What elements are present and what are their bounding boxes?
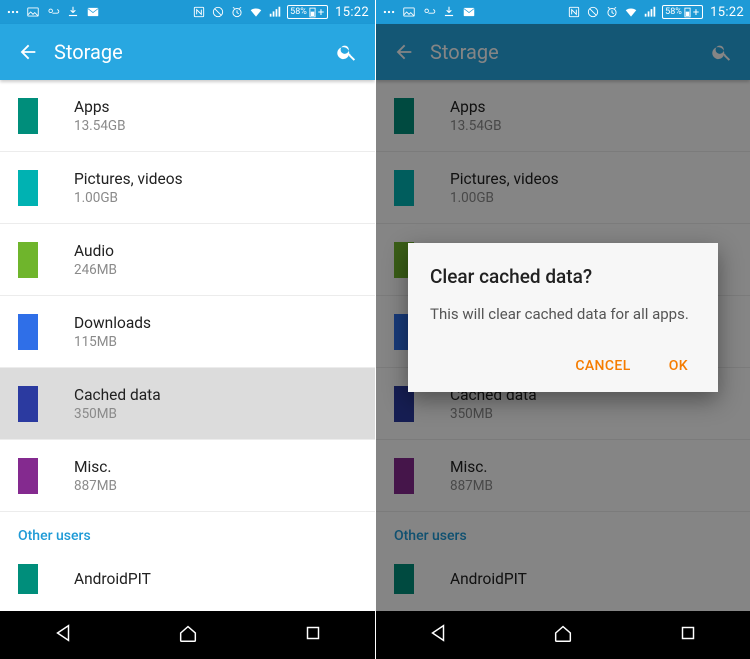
status-bar: 58%+ 15:22 (0, 0, 375, 24)
clock: 15:22 (335, 5, 369, 20)
nav-back-icon[interactable] (52, 622, 74, 648)
photo-icon (402, 5, 416, 19)
nav-home-icon[interactable] (177, 622, 199, 648)
battery-indicator: 58%+ (662, 5, 703, 19)
weather-icon (422, 5, 436, 19)
item-size: 350MB (74, 406, 161, 422)
list-item-other-user[interactable]: AndroidPIT (0, 554, 375, 604)
wifi-icon (624, 5, 638, 19)
item-title: Apps (74, 98, 126, 116)
item-size: 887MB (74, 478, 117, 494)
item-title: AndroidPIT (74, 570, 151, 588)
color-swatch (18, 242, 38, 278)
color-swatch (18, 314, 38, 350)
download-icon (66, 5, 80, 19)
nav-home-icon[interactable] (552, 622, 574, 648)
alarm-icon (605, 5, 619, 19)
item-size: 13.54GB (74, 118, 126, 134)
nav-recent-icon[interactable] (302, 622, 324, 648)
item-size: 115MB (74, 334, 151, 350)
nav-bar (376, 611, 750, 659)
cancel-button[interactable]: CANCEL (571, 350, 634, 382)
screen-storage-list: 58%+ 15:22 Storage Apps 13.54GB Pictures,… (0, 0, 375, 659)
clear-cache-dialog: Clear cached data? This will clear cache… (408, 243, 718, 392)
nfc-icon (192, 5, 206, 19)
item-title: Cached data (74, 386, 161, 404)
weather-icon (46, 5, 60, 19)
no-sim-icon (586, 5, 600, 19)
nav-recent-icon[interactable] (677, 622, 699, 648)
item-size: 1.00GB (74, 190, 183, 206)
download-icon (442, 5, 456, 19)
section-other-users: Other users (0, 512, 375, 554)
list-item-downloads[interactable]: Downloads 115MB (0, 296, 375, 368)
nfc-icon (567, 5, 581, 19)
search-button[interactable] (327, 32, 367, 72)
list-item-pictures[interactable]: Pictures, videos 1.00GB (0, 152, 375, 224)
nav-back-icon[interactable] (427, 622, 449, 648)
color-swatch (18, 170, 38, 206)
screen-clear-cache-dialog: 58%+ 15:22 Storage Apps13.54GB Pictures,… (375, 0, 750, 659)
item-title: Pictures, videos (74, 170, 183, 188)
clock: 15:22 (710, 5, 744, 20)
list-item-apps[interactable]: Apps 13.54GB (0, 80, 375, 152)
item-title: Downloads (74, 314, 151, 332)
item-title: Misc. (74, 458, 117, 476)
mail-icon (462, 5, 476, 19)
wifi-icon (249, 5, 263, 19)
more-icon (382, 5, 396, 19)
no-sim-icon (211, 5, 225, 19)
color-swatch (18, 458, 38, 494)
dialog-message: This will clear cached data for all apps… (430, 304, 696, 324)
storage-list[interactable]: Apps 13.54GB Pictures, videos 1.00GB Audio… (0, 80, 375, 611)
mail-icon (86, 5, 100, 19)
list-item-audio[interactable]: Audio 246MB (0, 224, 375, 296)
nav-bar (0, 611, 375, 659)
signal-icon (268, 5, 282, 19)
ok-button[interactable]: OK (665, 350, 692, 382)
alarm-icon (230, 5, 244, 19)
back-button[interactable] (8, 32, 48, 72)
color-swatch (18, 386, 38, 422)
dialog-title: Clear cached data? (430, 265, 696, 288)
modal-scrim[interactable]: Clear cached data? This will clear cache… (376, 24, 750, 611)
color-swatch (18, 564, 38, 594)
item-title: Audio (74, 242, 117, 260)
page-title: Storage (54, 40, 123, 64)
app-bar: Storage (0, 24, 375, 80)
color-swatch (18, 98, 38, 134)
battery-indicator: 58%+ (287, 5, 328, 19)
item-size: 246MB (74, 262, 117, 278)
more-icon (6, 5, 20, 19)
status-bar: 58%+ 15:22 (376, 0, 750, 24)
list-item-cached[interactable]: Cached data 350MB (0, 368, 375, 440)
signal-icon (643, 5, 657, 19)
list-item-misc[interactable]: Misc. 887MB (0, 440, 375, 512)
photo-icon (26, 5, 40, 19)
